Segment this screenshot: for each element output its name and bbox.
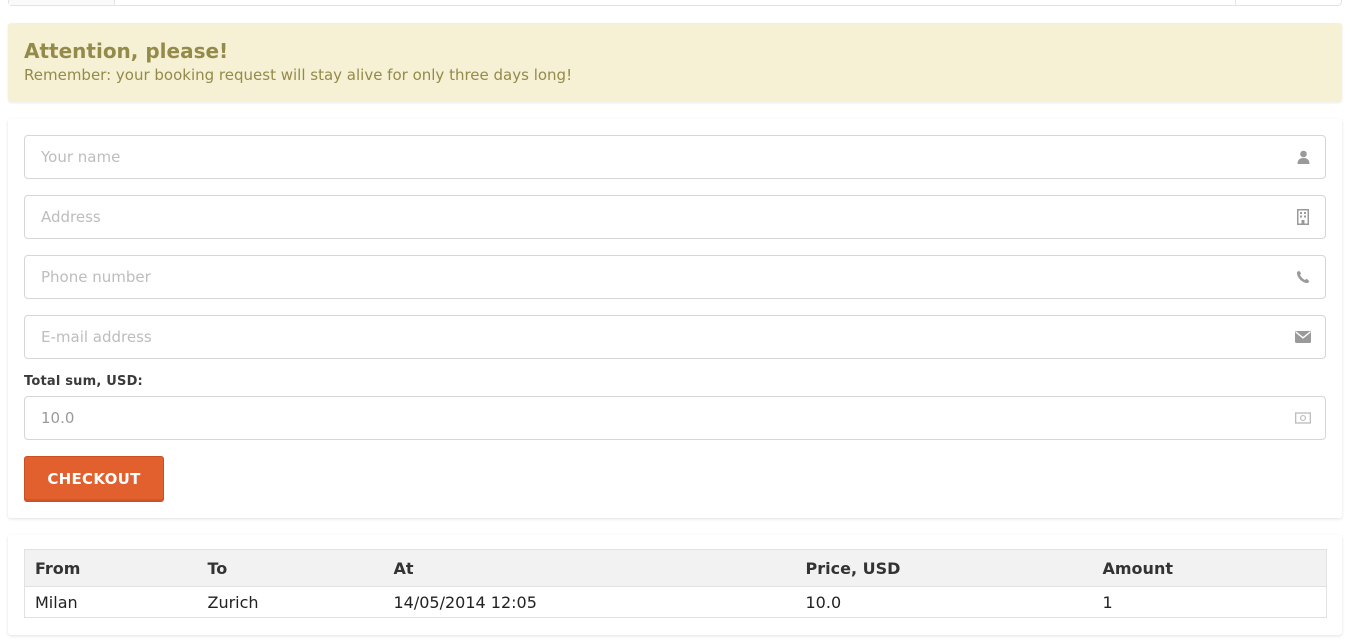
column-header-at: At [383, 549, 796, 587]
total-sum-input [25, 397, 1325, 439]
checkout-form: Total sum, USD: CHECKOUT [8, 119, 1342, 518]
booking-summary: From To At Price, USD Amount Milan Zuric… [8, 535, 1342, 635]
user-icon [1295, 149, 1311, 165]
envelope-icon [1295, 329, 1311, 345]
cell-price: 10.0 [805, 592, 842, 612]
column-header-from: From [24, 549, 198, 587]
column-header-to: To [197, 549, 384, 587]
table-row: Milan Zurich 14/05/2014 12:05 10.0 1 [25, 587, 1327, 618]
total-sum-label: Total sum, USD: [24, 374, 143, 389]
attention-alert: Attention, please! Remember: your bookin… [8, 23, 1342, 102]
email-input[interactable] [25, 316, 1325, 358]
cell-from: Milan [35, 592, 78, 612]
column-header-amount: Amount [1092, 549, 1327, 587]
top-tab-left[interactable] [9, 0, 115, 5]
money-icon [1295, 410, 1311, 426]
building-icon [1295, 209, 1311, 225]
total-sum-field [24, 396, 1326, 440]
alert-title: Attention, please! [24, 39, 229, 63]
cell-amount: 1 [1102, 592, 1113, 612]
address-input[interactable] [25, 196, 1325, 238]
checkout-button[interactable]: CHECKOUT [24, 456, 164, 502]
phone-icon [1295, 269, 1311, 285]
column-header-price: Price, USD [795, 549, 1093, 587]
address-field [24, 195, 1326, 239]
phone-field [24, 255, 1326, 299]
cell-at: 14/05/2014 12:05 [393, 592, 537, 612]
phone-input[interactable] [25, 256, 1325, 298]
alert-message: Remember: your booking request will stay… [24, 66, 573, 84]
name-input[interactable] [25, 136, 1325, 178]
cell-to: Zurich [207, 592, 259, 612]
top-tab-right[interactable] [1235, 0, 1341, 5]
table-header-row: From To At Price, USD Amount [24, 549, 1327, 587]
email-field [24, 315, 1326, 359]
name-field [24, 135, 1326, 179]
top-tab-strip [8, 0, 1342, 6]
booking-table: From To At Price, USD Amount Milan Zuric… [24, 549, 1327, 618]
